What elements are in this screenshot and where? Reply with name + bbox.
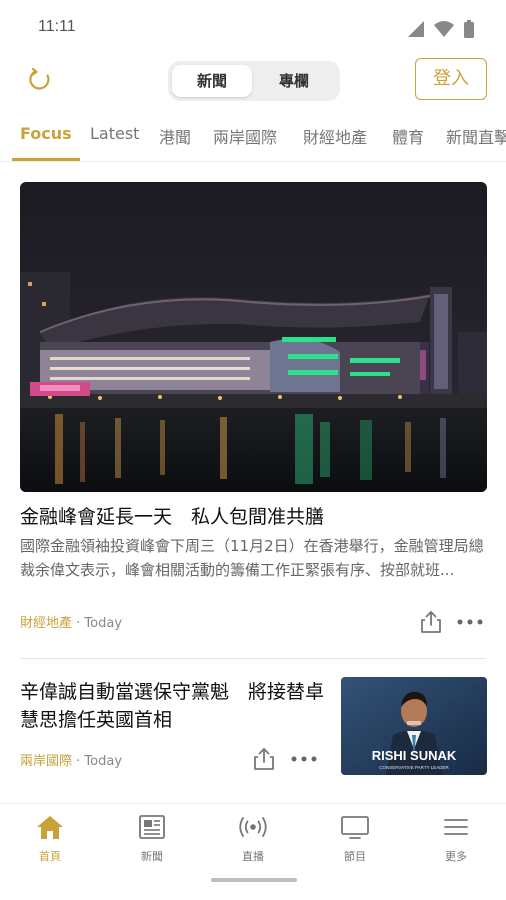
nav-label: 新聞 xyxy=(141,850,163,863)
article-meta: 財經地產 · Today xyxy=(20,612,122,631)
segment-columns[interactable]: 專欄 xyxy=(254,65,334,97)
more-options-icon[interactable] xyxy=(291,755,317,763)
battery-icon xyxy=(464,20,474,38)
share-icon[interactable] xyxy=(420,610,442,634)
category-tabs: Focus Latest 港聞 兩岸國際 財經地產 體育 新聞直擊 xyxy=(0,118,506,162)
more-options-icon[interactable] xyxy=(457,618,483,626)
tab-news-live[interactable]: 新聞直擊 xyxy=(446,124,506,148)
share-icon[interactable] xyxy=(253,747,275,771)
thumbnail-subcaption: CONSERVATIVE PARTY LEADER xyxy=(379,765,449,770)
article-title[interactable]: 辛偉誠自動當選保守黨魁 將接替卓慧思擔任英國首相 xyxy=(20,678,330,734)
tab-hong-kong[interactable]: 港聞 xyxy=(159,124,191,148)
article-meta: 兩岸國際 · Today xyxy=(20,750,122,769)
article-summary: 國際金融領袖投資峰會下周三（11月2日）在香港舉行，金融管理局總裁余偉文表示，峰… xyxy=(20,537,484,579)
tab-cross-strait-international[interactable]: 兩岸國際 xyxy=(213,124,277,148)
tab-focus[interactable]: Focus xyxy=(20,124,72,143)
cellular-signal-icon xyxy=(408,21,424,37)
nav-home[interactable]: 首頁 xyxy=(15,814,85,864)
nav-more[interactable]: 更多 xyxy=(421,814,491,864)
article-card[interactable]: 金融峰會延長一天 私人包間准共膳 國際金融領袖投資峰會下周三（11月2日）在香港… xyxy=(20,182,487,582)
nav-label: 首頁 xyxy=(39,850,61,863)
wifi-icon xyxy=(434,21,454,37)
active-tab-indicator xyxy=(12,158,80,161)
nav-label: 直播 xyxy=(242,850,264,863)
newspaper-icon xyxy=(139,815,165,839)
refresh-button[interactable] xyxy=(24,64,56,96)
home-icon xyxy=(37,816,63,839)
home-indicator[interactable] xyxy=(211,878,297,882)
article-hero-image[interactable] xyxy=(20,182,487,492)
refresh-icon xyxy=(29,67,50,90)
live-broadcast-icon xyxy=(239,817,267,837)
nav-live[interactable]: 直播 xyxy=(218,814,288,864)
status-bar: 11:11 xyxy=(0,0,506,56)
tab-latest[interactable]: Latest xyxy=(90,124,139,143)
menu-icon xyxy=(444,819,468,835)
tv-icon xyxy=(341,816,369,839)
nav-label: 更多 xyxy=(445,850,467,863)
article-divider xyxy=(20,658,486,659)
nav-programs[interactable]: 節目 xyxy=(320,814,390,864)
bottom-navigation: 首頁 新聞 直播 節目 更多 xyxy=(0,803,506,900)
thumbnail-caption: RISHI SUNAK xyxy=(372,748,457,763)
status-icons xyxy=(408,20,474,38)
login-button[interactable]: 登入 xyxy=(415,58,487,100)
article-time: Today xyxy=(84,616,123,631)
section-segmented-control: 新聞 專欄 xyxy=(168,61,340,101)
article-time: Today xyxy=(84,754,123,769)
status-time: 11:11 xyxy=(38,18,76,35)
tab-finance-property[interactable]: 財經地產 xyxy=(303,124,367,148)
tab-sports[interactable]: 體育 xyxy=(392,124,424,148)
nav-news[interactable]: 新聞 xyxy=(117,814,187,864)
article-category[interactable]: 財經地產 xyxy=(20,616,72,631)
app-header: 新聞 專欄 登入 xyxy=(0,56,506,106)
meta-separator: · xyxy=(72,754,85,769)
nav-label: 節目 xyxy=(344,850,366,863)
segment-news[interactable]: 新聞 xyxy=(172,65,252,97)
article-category[interactable]: 兩岸國際 xyxy=(20,754,72,769)
meta-separator: · xyxy=(72,616,85,631)
article-thumbnail[interactable]: RISHI SUNAK CONSERVATIVE PARTY LEADER xyxy=(341,677,487,775)
article-title[interactable]: 金融峰會延長一天 私人包間准共膳 xyxy=(20,504,487,530)
